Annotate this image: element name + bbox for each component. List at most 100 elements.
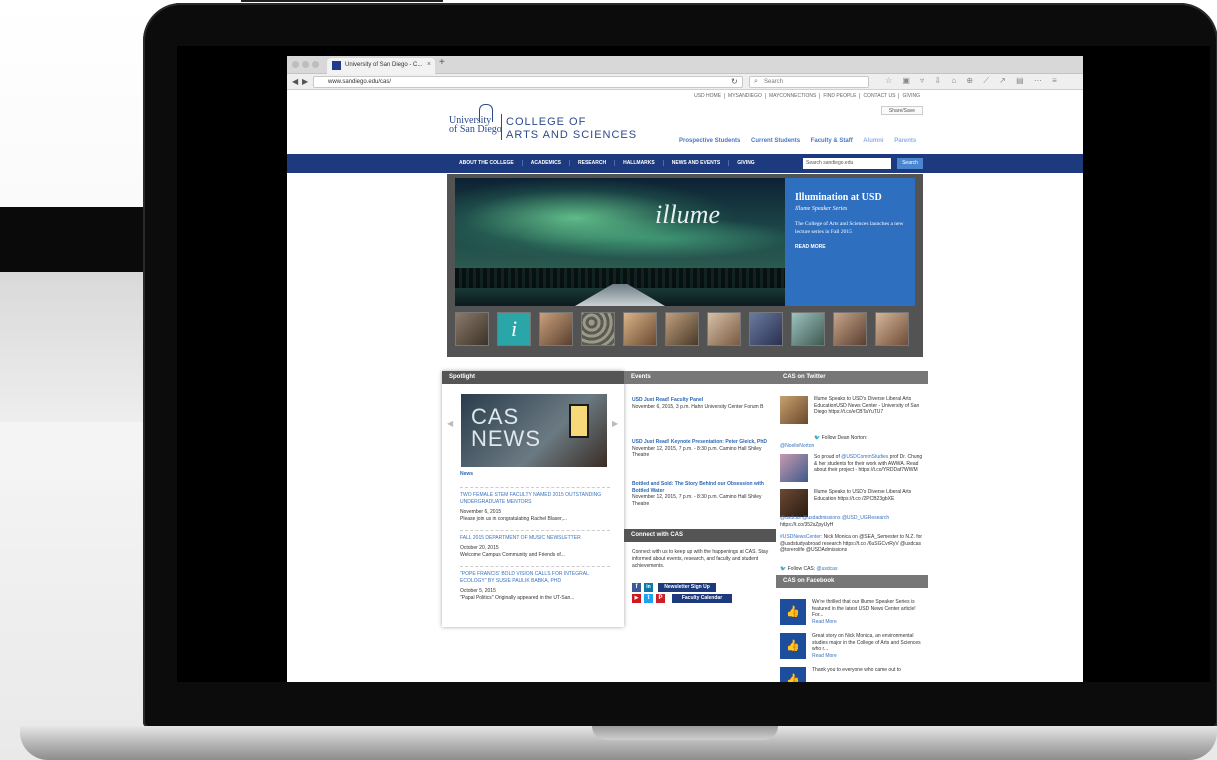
news-section-title[interactable]: News [460,471,610,478]
thumbnail-5[interactable] [623,312,657,346]
zoom-window-button[interactable] [312,61,319,68]
avatar[interactable] [780,489,808,517]
tweet-handle-link[interactable]: @USDCommStudies [841,454,888,460]
toolbar-icons[interactable]: ☆ ▣ ▿ ⇩ ⌂ ⊕ ⟋ ↗ ▤ ⋯ ≡ [885,76,1061,86]
forward-arrow-icon[interactable]: ▶ [302,77,308,86]
close-window-button[interactable] [292,61,299,68]
event-detail: November 6, 2015, 3 p.m. Hahn University… [632,403,764,410]
back-arrow-icon[interactable]: ◀ [292,77,298,86]
facebook-post: 👍 Thank you to everyone who came out to [780,667,928,682]
laptop-notch [592,726,778,740]
hero-title[interactable]: Illumination at USD [795,192,907,203]
nav-giving[interactable]: GIVING [729,160,763,166]
address-bar[interactable]: www.sandiego.edu/cas/ [313,76,743,88]
post-excerpt: We're thrilled that our Illume Speaker S… [812,599,916,618]
search-icon: ⌕ [754,78,758,85]
tweet-prefix: So proud of [814,454,842,460]
reload-icon[interactable]: ↻ [731,77,738,86]
audience-link-faculty[interactable]: Faculty & Staff [811,138,853,144]
news-link[interactable]: "POPE FRANCIS' BOLD VISION CALLS FOR INT… [460,571,610,585]
news-link[interactable]: TWO FEMALE STEM FACULTY NAMED 2015 OUTST… [460,492,610,506]
thumbnail-9[interactable] [791,312,825,346]
audience-nav: Prospective Students Current Students Fa… [679,138,925,144]
nav-hallmarks[interactable]: HALLMARKS [615,160,664,166]
thumbnail-7[interactable] [707,312,741,346]
nav-news-events[interactable]: NEWS AND EVENTS [663,160,730,166]
close-tab-icon[interactable]: × [427,61,431,68]
newsletter-signup-button[interactable]: Newsletter Sign Up [658,583,716,592]
cas-news-image[interactable]: CAS NEWS [461,394,607,467]
youtube-icon[interactable]: ▶ [632,594,641,603]
follow-cas-label: Follow CAS: [787,566,816,572]
event-title[interactable]: USD Just Read! Keynote Presentation: Pet… [632,439,774,446]
audience-link-parents[interactable]: Parents [894,138,916,144]
thumbnail-active[interactable]: i [497,312,531,346]
spotlight-news-list: News TWO FEMALE STEM FACULTY NAMED 2015 … [460,471,610,609]
audience-link-current[interactable]: Current Students [751,138,800,144]
chevron-right-icon[interactable]: ▶ [612,419,618,428]
news-date: October 5, 2015 [460,588,496,594]
nav-academics[interactable]: ACADEMICS [522,160,571,166]
news-excerpt: Welcome Campus Community and Friends of.… [460,552,565,558]
post-excerpt: Great story on Nick Monica, an environme… [812,633,921,652]
audience-link-prospective[interactable]: Prospective Students [679,138,740,144]
audience-link-alumni[interactable]: Alumni [863,138,883,144]
twitter-icon[interactable]: t [644,594,653,603]
utility-link-usd-home[interactable]: USD HOME [691,93,726,99]
site-search-button[interactable]: Search [897,158,923,169]
follow-dean-label: Follow Dean Norton: [821,435,868,441]
facebook-icon[interactable]: f [632,583,641,592]
minimize-window-button[interactable] [302,61,309,68]
bird-icon: 🐦 [780,566,788,572]
site-search-input[interactable]: Search sandiego.edu [803,158,891,169]
utility-link-find-people[interactable]: FIND PEOPLE [820,93,861,99]
dean-handle-link[interactable]: @NoelleNorton [780,443,814,450]
cas-handle-link[interactable]: @usdcas [817,566,838,572]
news-link[interactable]: FALL 2015 DEPARTMENT OF MUSIC NEWSLETTER [460,535,610,542]
linkedin-icon[interactable]: in [644,583,653,592]
chevron-left-icon[interactable]: ◀ [447,419,453,428]
connect-description: Connect with us to keep up with the happ… [632,549,769,569]
thumbnail-8[interactable] [749,312,783,346]
background-line [241,0,443,2]
nav-research[interactable]: RESEARCH [570,160,616,166]
usd-logo[interactable]: University of San Diego COLLEGE OF ARTS … [449,104,649,144]
faculty-calendar-button[interactable]: Faculty Calendar [672,594,732,603]
utility-link-mayconnections[interactable]: MAYCONNECTIONS [765,93,821,99]
hero-aurora-image[interactable]: illume [455,178,785,306]
hashtag-link[interactable]: #USDNewsCenter [780,534,821,540]
hero-thumbnails: i [455,312,915,348]
spotlight-header: Spotlight [442,371,624,384]
tab-title: University of San Diego - C... [345,62,423,68]
thumbnail-10[interactable] [833,312,867,346]
hero-read-more-link[interactable]: READ MORE [795,244,907,250]
browser-toolbar: ◀ ▶ www.sandiego.edu/cas/ ↻ ⌕ Search ☆ ▣… [287,74,1083,90]
pinterest-icon[interactable]: P [656,594,665,603]
utility-link-mysandiego[interactable]: MYSANDIEGO [725,93,766,99]
read-more-link[interactable]: Read More [812,619,926,626]
thumbnail-3[interactable] [539,312,573,346]
avatar[interactable] [780,454,808,482]
browser-search-input[interactable]: ⌕ Search [749,76,869,88]
utility-link-giving[interactable]: GIVING [899,93,923,99]
new-tab-button[interactable]: + [439,57,445,68]
background-dark-band [0,207,160,272]
nav-about[interactable]: ABOUT THE COLLEGE [451,160,523,166]
list-item: TWO FEMALE STEM FACULTY NAMED 2015 OUTST… [460,487,610,523]
college-name: COLLEGE OF ARTS AND SCIENCES [506,116,637,142]
thumbnail-1[interactable] [455,312,489,346]
utility-link-contact-us[interactable]: CONTACT US [860,93,900,99]
news-date: November 6, 2015 [460,509,502,515]
thumbnail-11[interactable] [875,312,909,346]
thumbnail-4[interactable] [581,312,615,346]
share-save-button[interactable]: Share/Save [881,106,923,115]
avatar[interactable] [780,396,808,424]
event-title[interactable]: Bottled and Sold: The Story Behind our O… [632,481,774,494]
browser-tab[interactable]: University of San Diego - C... × [327,58,435,74]
thumbnail-6[interactable] [665,312,699,346]
read-more-link[interactable]: Read More [812,653,926,660]
hero-subtitle: Illume Speaker Series [795,206,848,212]
main-nav: ABOUT THE COLLEGE ACADEMICS RESEARCH HALLMA… [287,154,1083,173]
event-detail: November 12, 2015, 7 p.m. - 8:30 p.m. Ca… [632,445,762,459]
tweet-link[interactable]: https://t.co/352sZpyUyH [780,522,928,529]
